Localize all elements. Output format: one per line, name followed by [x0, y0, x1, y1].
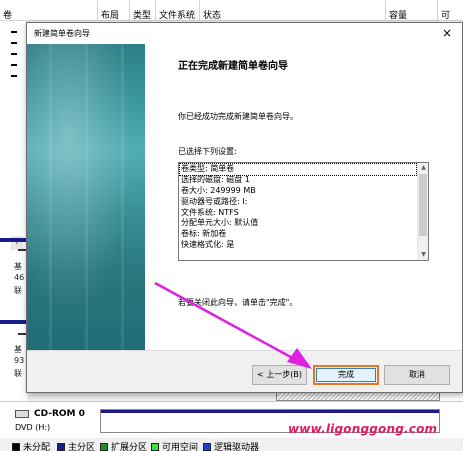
- close-button[interactable]: ×: [435, 24, 459, 42]
- cdrom-title: CD-ROM 0: [34, 409, 85, 419]
- legend-item-primary: 主分区: [57, 440, 95, 451]
- dialog-titlebar[interactable]: 新建简单卷向导 ×: [27, 23, 462, 44]
- banner-stripe: [49, 44, 52, 350]
- page-title: 正在完成新建简单卷向导: [178, 61, 288, 72]
- volume-row-marker: [11, 75, 17, 77]
- legend-item-free-space: 可用空间: [151, 440, 198, 451]
- dialog-title: 新建简单卷向导: [34, 29, 90, 38]
- column-header-type[interactable]: 类型: [130, 0, 156, 21]
- finish-instruction: 若要关闭此向导，请单击"完成"。: [178, 298, 298, 307]
- legend-item-logical-drive: 逻辑驱动器: [203, 440, 259, 451]
- setting-volume-type: 卷类型: 简单卷: [179, 163, 417, 176]
- column-header-layout[interactable]: 布局: [98, 0, 130, 21]
- settings-list: 卷类型: 简单卷 选择的磁盘: 磁盘 1 卷大小: 249999 MB 驱动器号…: [179, 163, 418, 260]
- legend-swatch: [57, 443, 65, 451]
- volume-list-header: 卷 布局 类型 文件系统 状态 容量 可: [0, 0, 463, 21]
- legend-label: 主分区: [68, 443, 96, 451]
- volume-row-marker: [11, 31, 17, 33]
- setting-allocation-unit: 分配单元大小: 默认值: [181, 218, 259, 228]
- column-header-capacity[interactable]: 容量: [386, 0, 438, 21]
- wizard-content: 正在完成新建简单卷向导 你已经成功完成新建简单卷向导。 已选择下列设置: 卷类型…: [145, 44, 462, 350]
- button-bar: < 上一步(B) 完成 取消: [27, 351, 462, 392]
- scroll-up-icon[interactable]: ▲: [418, 163, 428, 173]
- back-button[interactable]: < 上一步(B): [252, 365, 307, 385]
- setting-selected-disk: 选择的磁盘: 磁盘 1: [181, 174, 250, 184]
- legend-item-extended: 扩展分区: [100, 440, 147, 451]
- scroll-down-icon[interactable]: ▼: [418, 250, 428, 260]
- legend-item-unallocated: 未分配: [12, 440, 50, 451]
- settings-label: 已选择下列设置:: [178, 147, 237, 156]
- column-header-status[interactable]: 状态: [200, 0, 386, 21]
- volume-row-marker: [11, 53, 17, 55]
- cdrom-subtitle: DVD (H:): [15, 423, 51, 432]
- column-header-filesystem[interactable]: 文件系统: [156, 0, 200, 21]
- legend-swatch: [151, 443, 159, 451]
- disk-divider: [0, 238, 27, 242]
- legend-swatch: [100, 443, 108, 451]
- legend-label: 扩展分区: [111, 443, 148, 451]
- settings-scrollbar[interactable]: ▲ ▼: [417, 163, 428, 260]
- legend-label: 未分配: [23, 443, 51, 451]
- banner-stripe: [85, 44, 88, 350]
- disk-label-line2: 46: [14, 273, 25, 282]
- legend-label: 逻辑驱动器: [214, 443, 260, 451]
- setting-drive-letter: 驱动器号或路径: I:: [181, 196, 248, 206]
- disk-divider: [0, 320, 27, 324]
- new-simple-volume-wizard: 新建简单卷向导 × 正在完成新建简单卷向导 你已经成功完成新建简单卷向导。 已选…: [26, 22, 463, 393]
- column-header-free[interactable]: 可: [438, 0, 463, 21]
- screen: 卷 布局 类型 文件系统 状态 容量 可 ‹ 基 46 联 基 93 联 CD-…: [0, 0, 463, 451]
- cdrom-icon: [15, 410, 29, 418]
- banner-stripe: [121, 44, 124, 350]
- volume-list-left-edge: ‹ 基 46 联 基 93 联: [0, 21, 28, 401]
- legend-swatch: [12, 443, 20, 451]
- disk-label-line3: 联: [14, 369, 22, 378]
- completion-message: 你已经成功完成新建简单卷向导。: [178, 112, 298, 121]
- disk-label-line1: 基: [14, 345, 22, 354]
- column-header-volume[interactable]: 卷: [0, 0, 98, 21]
- setting-volume-label: 卷标: 新加卷: [181, 229, 227, 239]
- scrollbar-thumb[interactable]: [419, 174, 427, 236]
- volume-row-marker: [11, 42, 17, 44]
- finish-button[interactable]: 完成: [313, 365, 379, 385]
- legend-swatch: [203, 443, 211, 451]
- cancel-button[interactable]: 取消: [384, 365, 450, 385]
- legend: 未分配 主分区 扩展分区 可用空间 逻辑驱动器: [0, 438, 463, 451]
- setting-file-system: 文件系统: NTFS: [181, 207, 239, 217]
- watermark-text: www.ligonggong.com: [288, 422, 438, 436]
- disk-label-line3: 联: [14, 286, 22, 295]
- legend-label: 可用空间: [162, 443, 199, 451]
- cdrom-bar-header: [101, 410, 439, 413]
- wizard-banner-image: [27, 44, 145, 350]
- finish-button-label: 完成: [338, 370, 354, 379]
- setting-quick-format: 快速格式化: 是: [181, 240, 235, 250]
- disk-label-line1: 基: [14, 262, 22, 271]
- disk-label-line2: 93: [14, 356, 25, 365]
- volume-row-marker: [11, 64, 17, 66]
- settings-summary-box[interactable]: 卷类型: 简单卷 选择的磁盘: 磁盘 1 卷大小: 249999 MB 驱动器号…: [178, 162, 429, 261]
- setting-volume-size: 卷大小: 249999 MB: [181, 185, 256, 195]
